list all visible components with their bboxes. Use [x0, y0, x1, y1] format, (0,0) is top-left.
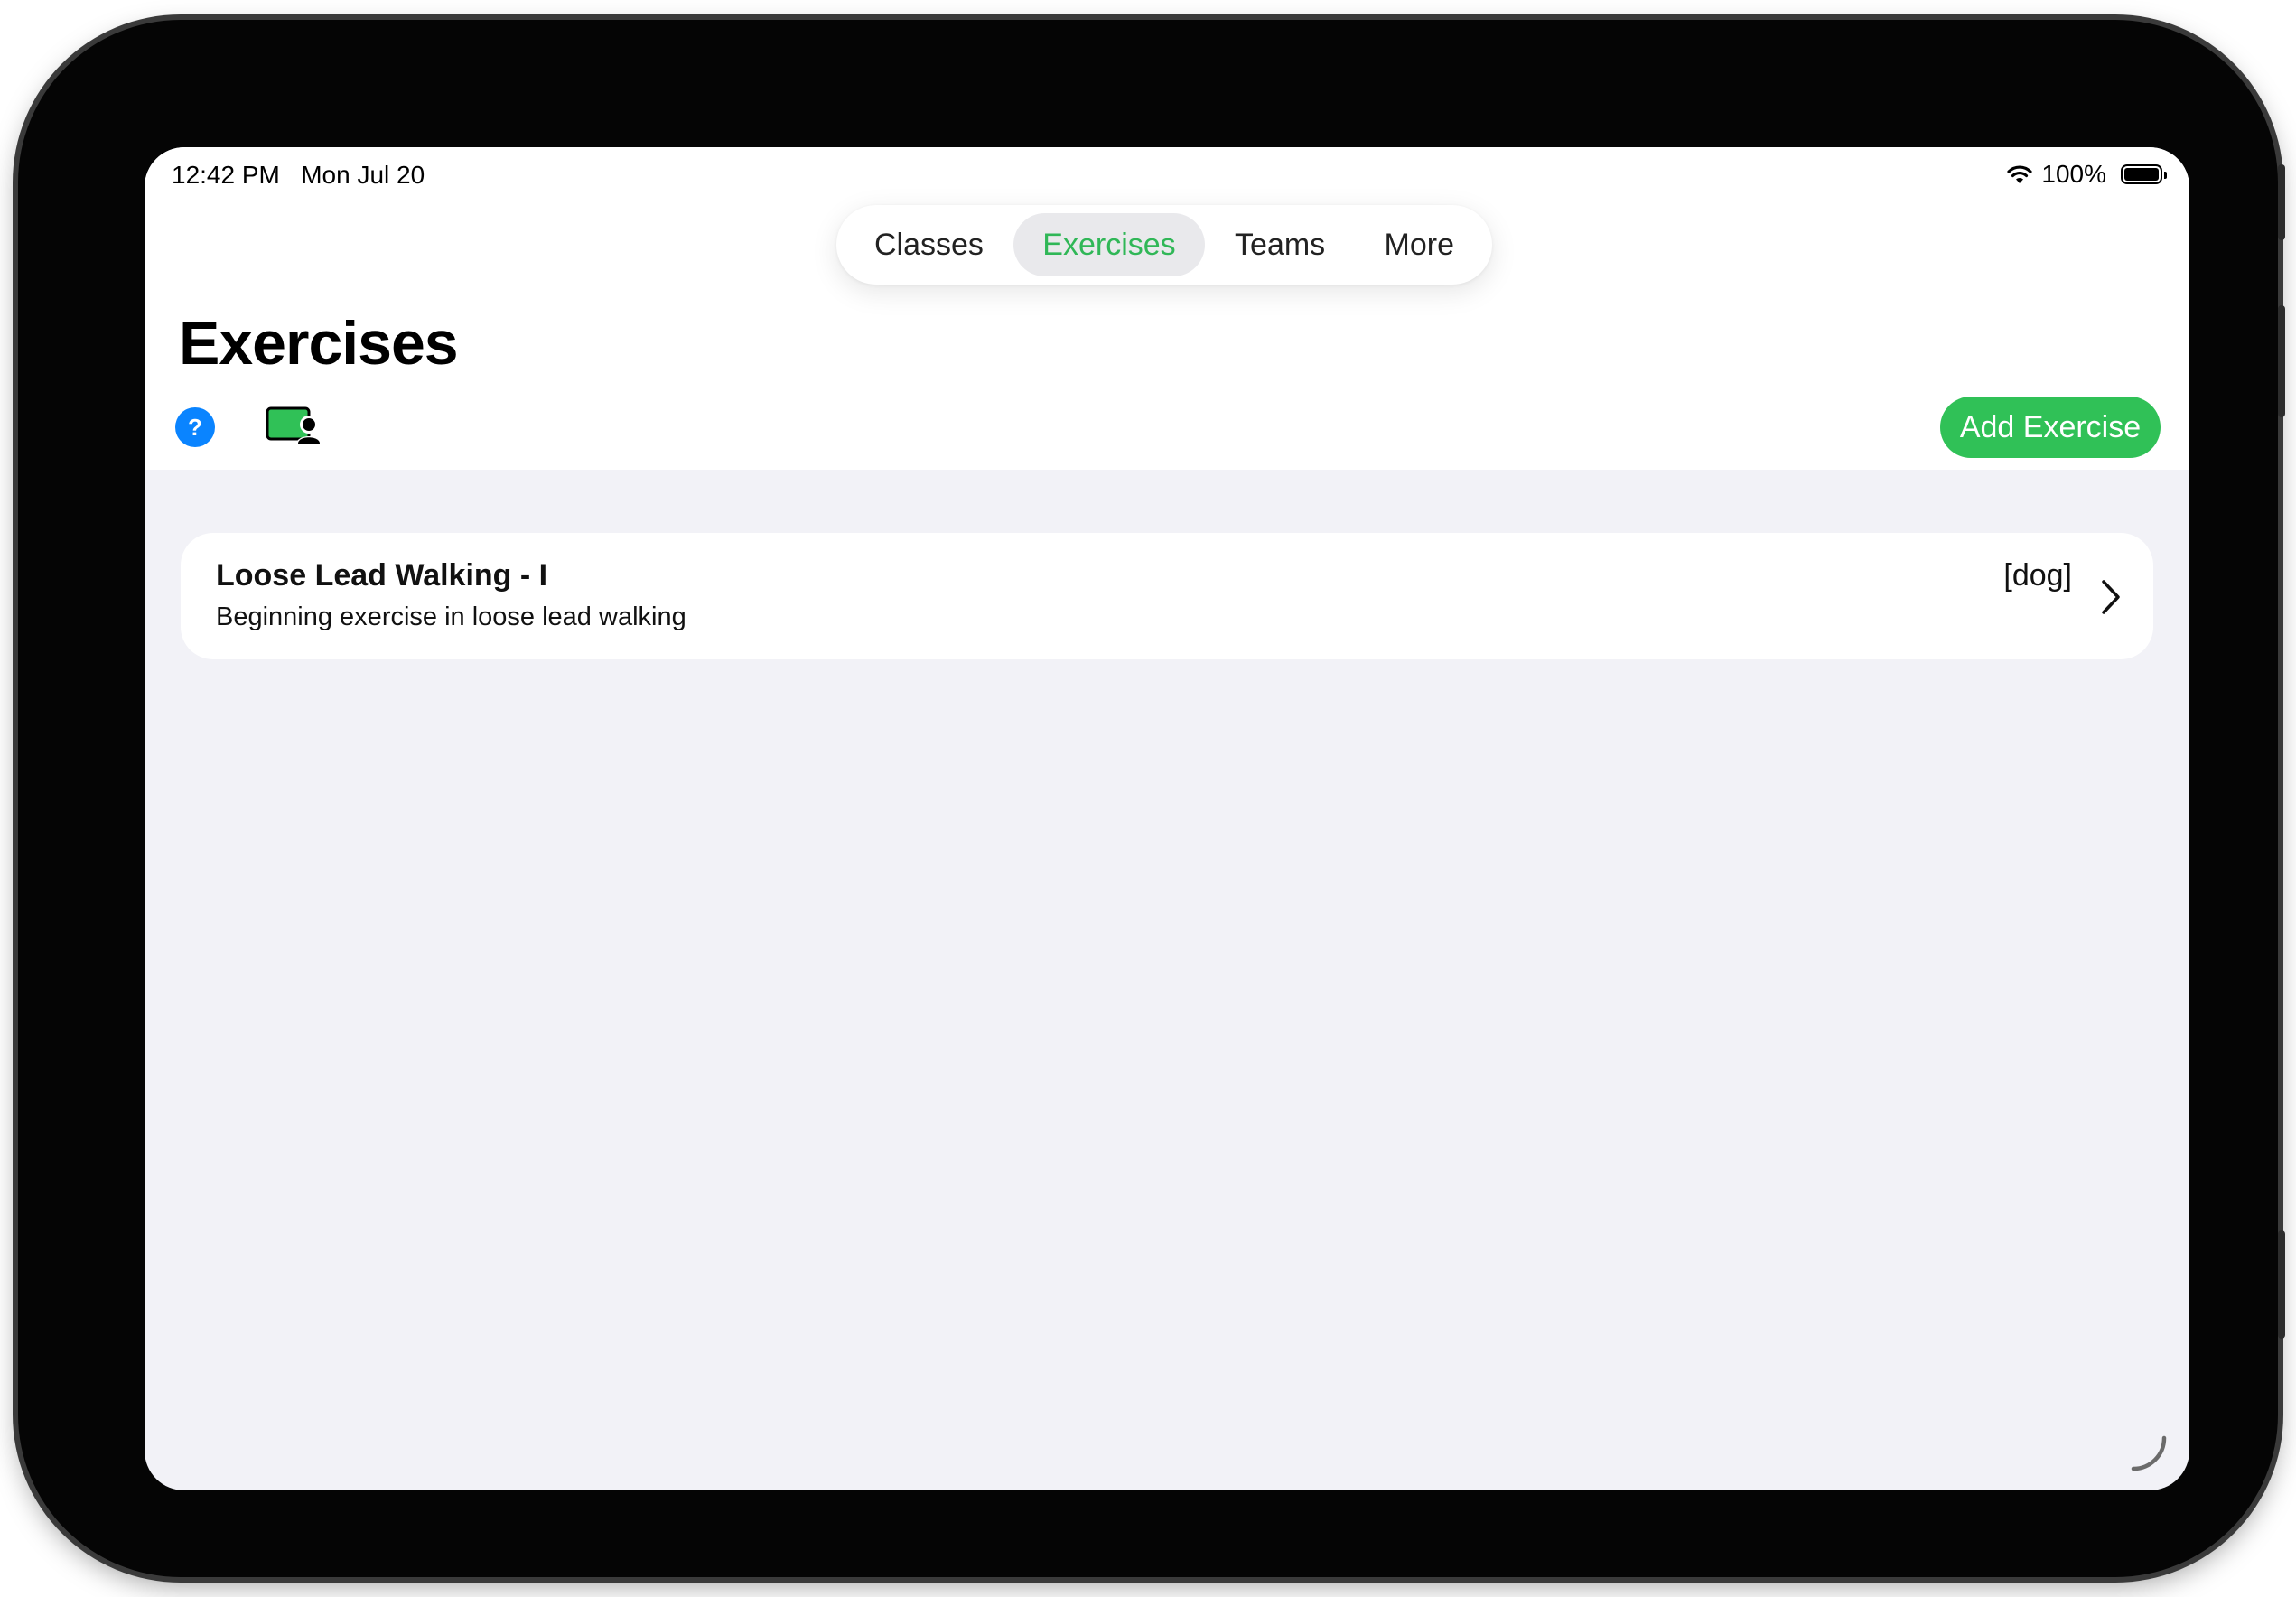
tab-teams[interactable]: Teams — [1206, 213, 1354, 276]
exercise-description: Beginning exercise in loose lead walking — [216, 602, 686, 631]
presenter-icon[interactable] — [266, 405, 322, 448]
chevron-right-icon — [2102, 580, 2120, 614]
app-screen: 12:42 PM Mon Jul 20 100% Classes Exercis… — [145, 147, 2189, 1490]
volume-button — [2278, 305, 2285, 417]
status-bar-clock: 12:42 PM Mon Jul 20 — [172, 161, 425, 190]
tab-classes[interactable]: Classes — [845, 213, 1013, 276]
exercise-list-item[interactable]: Loose Lead Walking - I Beginning exercis… — [181, 533, 2153, 659]
resize-handle-icon[interactable] — [2128, 1433, 2170, 1474]
status-date: Mon Jul 20 — [301, 161, 425, 189]
tab-exercises[interactable]: Exercises — [1013, 213, 1205, 276]
page-title: Exercises — [179, 309, 459, 378]
header: 12:42 PM Mon Jul 20 100% Classes Exercis… — [145, 147, 2189, 470]
add-exercise-button[interactable]: Add Exercise — [1940, 397, 2161, 458]
battery-percentage: 100% — [2041, 160, 2106, 188]
tab-more[interactable]: More — [1356, 213, 1483, 276]
svg-text:?: ? — [188, 414, 202, 441]
tab-bar: Classes Exercises Teams More — [836, 205, 1492, 285]
status-bar-right: 100% — [2005, 160, 2167, 189]
tablet-device-frame: 12:42 PM Mon Jul 20 100% Classes Exercis… — [18, 20, 2285, 1577]
battery-icon — [2121, 164, 2167, 184]
wifi-icon — [2007, 165, 2032, 183]
exercise-title: Loose Lead Walking - I — [216, 558, 548, 593]
status-time: 12:42 PM — [172, 161, 280, 189]
help-icon[interactable]: ? — [175, 407, 215, 447]
power-button — [2278, 1230, 2285, 1339]
volume-button — [2278, 164, 2285, 240]
exercise-tag: [dog] — [2003, 558, 2072, 593]
